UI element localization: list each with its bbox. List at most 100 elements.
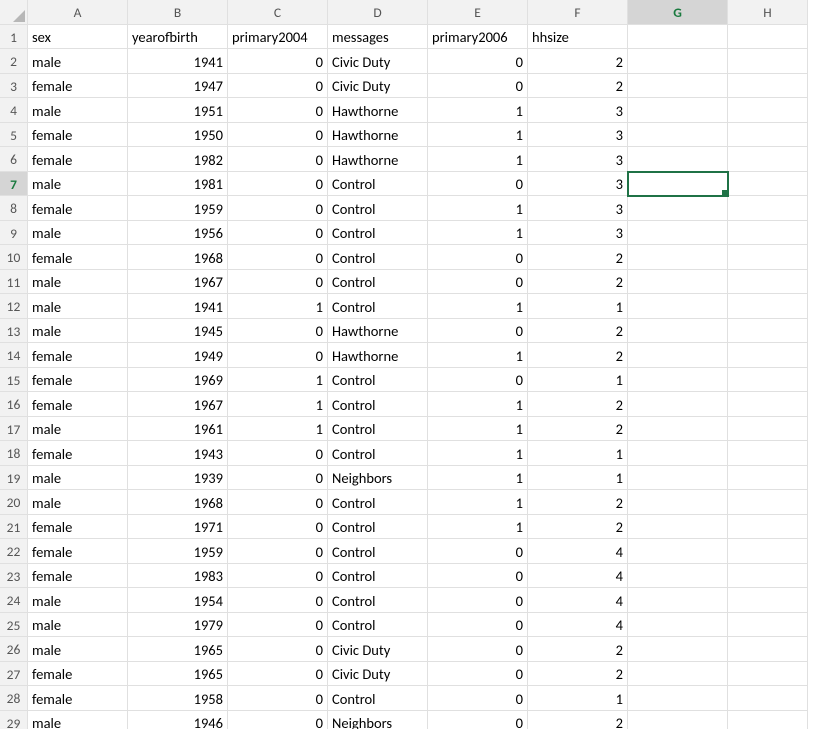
cell[interactable]: 1965 [128,637,228,662]
cell[interactable] [728,172,808,197]
cell[interactable]: 0 [428,711,528,729]
row-header[interactable]: 12 [0,294,28,319]
cell[interactable]: 1 [428,294,528,319]
column-header[interactable]: A [28,0,128,25]
cell[interactable]: 0 [428,637,528,662]
cell[interactable]: 1941 [128,49,228,74]
cell[interactable]: Control [328,515,428,540]
cell[interactable]: 2 [528,74,628,99]
row-header[interactable]: 17 [0,417,28,442]
cell[interactable] [628,368,728,393]
cell[interactable]: female [28,343,128,368]
cell[interactable]: 1 [428,490,528,515]
cell[interactable]: 1949 [128,343,228,368]
row-header[interactable]: 28 [0,686,28,711]
cell[interactable] [728,123,808,148]
cell[interactable]: 0 [428,270,528,295]
cell[interactable]: male [28,49,128,74]
cell[interactable] [728,392,808,417]
cell[interactable]: 1982 [128,147,228,172]
cell[interactable]: male [28,711,128,729]
cell[interactable] [728,490,808,515]
cell[interactable] [628,441,728,466]
cell[interactable] [728,588,808,613]
cell[interactable]: 1 [428,196,528,221]
cell[interactable] [628,270,728,295]
cell[interactable]: 0 [428,74,528,99]
cell[interactable]: 0 [228,270,328,295]
row-header[interactable]: 23 [0,564,28,589]
cell[interactable]: female [28,662,128,687]
cell[interactable] [728,711,808,729]
cell[interactable]: 1969 [128,368,228,393]
cell[interactable] [628,147,728,172]
cell[interactable]: 0 [228,588,328,613]
column-header[interactable]: F [528,0,628,25]
cell[interactable]: Hawthorne [328,147,428,172]
cell[interactable]: 2 [528,245,628,270]
cell[interactable]: 1 [528,294,628,319]
cell[interactable]: 1971 [128,515,228,540]
cell[interactable]: 2 [528,662,628,687]
cell[interactable]: 1967 [128,270,228,295]
cell[interactable]: 0 [228,515,328,540]
cell[interactable]: Control [328,613,428,638]
cell[interactable]: female [28,539,128,564]
cell[interactable]: yearofbirth [128,25,228,50]
cell[interactable]: Control [328,564,428,589]
cell[interactable]: male [28,588,128,613]
cell[interactable]: 0 [428,245,528,270]
cell[interactable]: messages [328,25,428,50]
cell[interactable]: Control [328,588,428,613]
cell[interactable] [728,637,808,662]
cell[interactable]: 2 [528,49,628,74]
cell[interactable]: 0 [428,319,528,344]
cell[interactable] [628,711,728,729]
cell[interactable]: 2 [528,270,628,295]
cell[interactable]: 1965 [128,662,228,687]
cell[interactable]: female [28,245,128,270]
cell[interactable]: 0 [228,343,328,368]
cell[interactable]: 0 [428,588,528,613]
cell[interactable] [628,196,728,221]
cell[interactable] [628,613,728,638]
cell[interactable]: 0 [228,564,328,589]
cell[interactable]: 1 [228,392,328,417]
cell[interactable]: 1 [428,515,528,540]
cell[interactable] [728,466,808,491]
cell[interactable]: Neighbors [328,466,428,491]
cell[interactable]: male [28,417,128,442]
cell[interactable]: 1 [428,392,528,417]
cell[interactable] [728,343,808,368]
cell[interactable]: 1951 [128,98,228,123]
cell[interactable]: hhsize [528,25,628,50]
cell[interactable] [628,539,728,564]
cell[interactable] [728,147,808,172]
cell[interactable]: 2 [528,319,628,344]
cell[interactable]: 0 [228,637,328,662]
cell[interactable]: primary2006 [428,25,528,50]
cell[interactable]: male [28,294,128,319]
spreadsheet-grid[interactable]: ABCDEFGH1sexyearofbirthprimary2004messag… [0,0,817,729]
row-header[interactable]: 15 [0,368,28,393]
cell[interactable]: Control [328,441,428,466]
row-header[interactable]: 8 [0,196,28,221]
cell[interactable]: 4 [528,539,628,564]
cell[interactable] [628,294,728,319]
cell[interactable]: 1 [428,147,528,172]
cell[interactable]: male [28,637,128,662]
cell[interactable]: 1 [228,294,328,319]
row-header[interactable]: 9 [0,221,28,246]
cell[interactable] [628,686,728,711]
cell[interactable]: 3 [528,196,628,221]
cell[interactable] [628,49,728,74]
row-header[interactable]: 14 [0,343,28,368]
row-header[interactable]: 25 [0,613,28,638]
cell[interactable]: 0 [228,539,328,564]
cell[interactable]: 1 [428,417,528,442]
cell[interactable]: male [28,98,128,123]
cell[interactable]: 0 [228,466,328,491]
cell[interactable]: 1943 [128,441,228,466]
row-header[interactable]: 22 [0,539,28,564]
cell[interactable]: Civic Duty [328,49,428,74]
